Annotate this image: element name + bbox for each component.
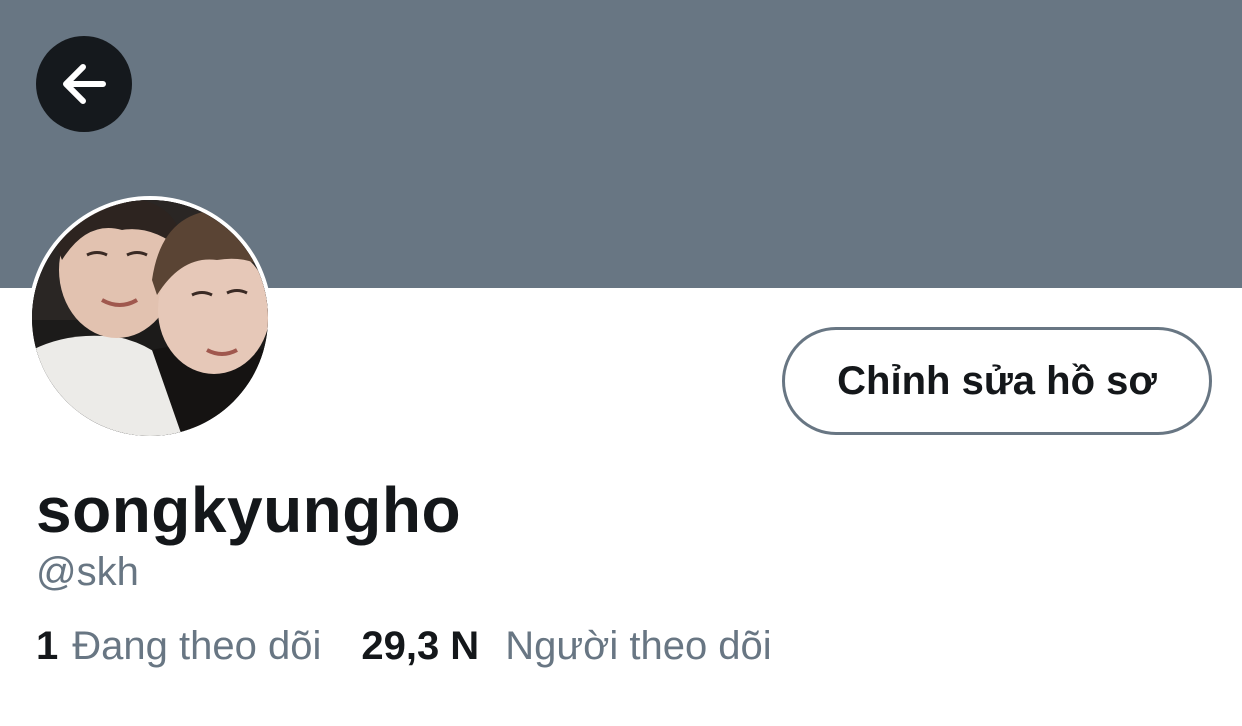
followers-stat[interactable]: 29,3 N Người theo dõi (361, 620, 771, 672)
following-label: Đang theo dõi (72, 624, 322, 668)
profile-photo (32, 200, 268, 436)
display-name: songkyungho (36, 474, 462, 546)
followers-count: 29,3 N (361, 624, 480, 668)
following-count: 1 (36, 624, 59, 668)
back-button[interactable] (36, 36, 132, 132)
followers-label: Người theo dõi (505, 624, 772, 668)
edit-profile-button[interactable]: Chỉnh sửa hồ sơ (782, 327, 1212, 435)
following-stat[interactable]: 1 Đang theo dõi (36, 620, 321, 672)
profile-stats: 1 Đang theo dõi 29,3 N Người theo dõi (36, 620, 812, 672)
edit-profile-label: Chỉnh sửa hồ sơ (837, 358, 1157, 403)
profile-page: Chỉnh sửa hồ sơ songkyungho @skh 1 Đang … (0, 0, 1242, 726)
arrow-left-icon (57, 57, 111, 111)
user-handle: @skh (36, 550, 139, 594)
profile-avatar[interactable] (28, 196, 272, 440)
